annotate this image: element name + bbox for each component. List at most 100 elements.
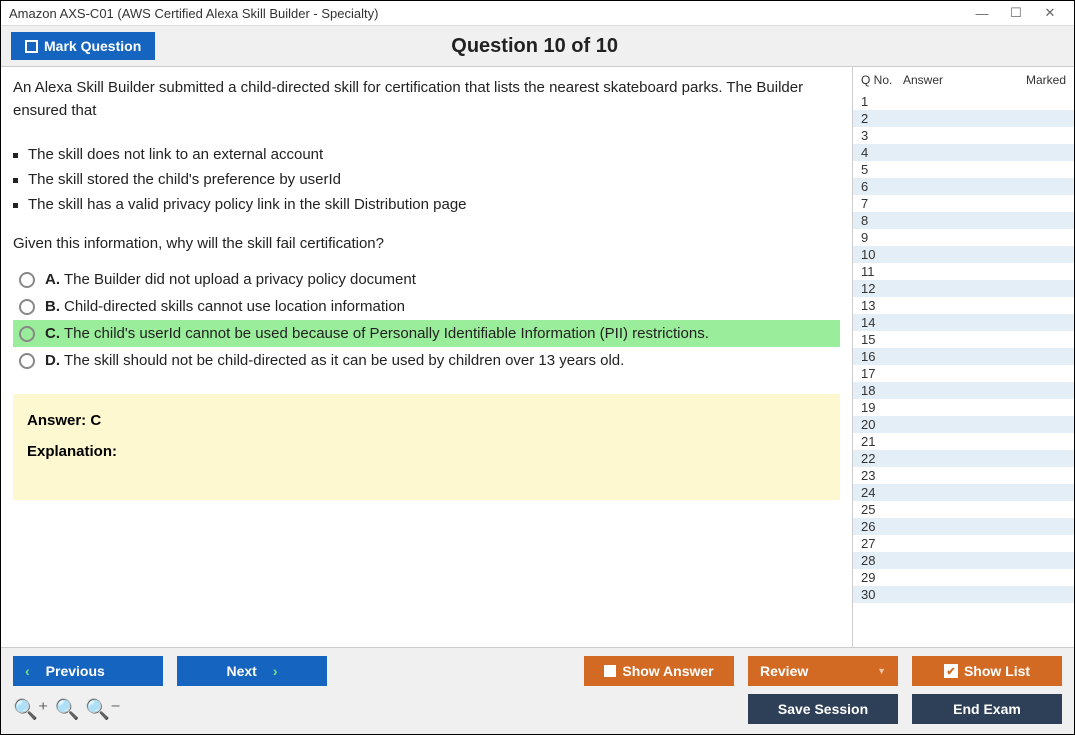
window-title: Amazon AXS-C01 (AWS Certified Alexa Skil…: [9, 6, 974, 21]
next-button[interactable]: Next ›: [177, 656, 327, 686]
list-row[interactable]: 24: [853, 484, 1074, 501]
radio-icon[interactable]: [19, 272, 35, 288]
list-row[interactable]: 9: [853, 229, 1074, 246]
list-qno: 30: [861, 587, 903, 602]
title-bar: Amazon AXS-C01 (AWS Certified Alexa Skil…: [1, 1, 1074, 26]
list-qno: 10: [861, 247, 903, 262]
list-row[interactable]: 16: [853, 348, 1074, 365]
list-row[interactable]: 11: [853, 263, 1074, 280]
bullet-item: The skill has a valid privacy policy lin…: [13, 196, 840, 213]
list-row[interactable]: 19: [853, 399, 1074, 416]
show-list-button[interactable]: ✔ Show List: [912, 656, 1062, 686]
list-row[interactable]: 3: [853, 127, 1074, 144]
list-row[interactable]: 14: [853, 314, 1074, 331]
bullet-dot-icon: [13, 203, 18, 208]
window-controls: — ☐ ✕: [974, 5, 1066, 21]
col-header-marked: Marked: [1016, 73, 1066, 87]
end-exam-button[interactable]: End Exam: [912, 694, 1062, 724]
list-row[interactable]: 6: [853, 178, 1074, 195]
list-row[interactable]: 13: [853, 297, 1074, 314]
list-row[interactable]: 23: [853, 467, 1074, 484]
bottom-bar: ‹ Previous Next › Show Answer Review ▼ ✔…: [1, 647, 1074, 734]
option-text: Child-directed skills cannot use locatio…: [64, 298, 405, 315]
next-label: Next: [226, 663, 256, 679]
option-row[interactable]: C. The child's userId cannot be used bec…: [13, 320, 840, 347]
show-answer-button[interactable]: Show Answer: [584, 656, 734, 686]
list-header: Q No. Answer Marked: [853, 67, 1074, 93]
list-row[interactable]: 30: [853, 586, 1074, 603]
list-qno: 23: [861, 468, 903, 483]
bullet-text: The skill has a valid privacy policy lin…: [28, 196, 467, 213]
question-stem: An Alexa Skill Builder submitted a child…: [13, 77, 840, 122]
chevron-left-icon: ‹: [25, 663, 30, 679]
list-qno: 3: [861, 128, 903, 143]
list-qno: 20: [861, 417, 903, 432]
list-qno: 5: [861, 162, 903, 177]
list-row[interactable]: 20: [853, 416, 1074, 433]
review-label: Review: [760, 663, 808, 679]
zoom-in-icon[interactable]: 🔍⁺: [13, 697, 48, 722]
radio-icon[interactable]: [19, 353, 35, 369]
list-qno: 22: [861, 451, 903, 466]
list-row[interactable]: 26: [853, 518, 1074, 535]
list-row[interactable]: 18: [853, 382, 1074, 399]
header-row: Mark Question Question 10 of 10: [1, 26, 1074, 67]
save-session-button[interactable]: Save Session: [748, 694, 898, 724]
list-row[interactable]: 21: [853, 433, 1074, 450]
minimize-icon[interactable]: —: [974, 5, 990, 21]
list-row[interactable]: 5: [853, 161, 1074, 178]
list-qno: 28: [861, 553, 903, 568]
zoom-reset-icon[interactable]: 🔍: [54, 697, 79, 722]
bullet-text: The skill does not link to an external a…: [28, 146, 323, 163]
list-row[interactable]: 10: [853, 246, 1074, 263]
radio-icon[interactable]: [19, 299, 35, 315]
close-icon[interactable]: ✕: [1042, 5, 1058, 21]
list-row[interactable]: 12: [853, 280, 1074, 297]
list-row[interactable]: 25: [853, 501, 1074, 518]
list-row[interactable]: 22: [853, 450, 1074, 467]
option-text: The Builder did not upload a privacy pol…: [64, 271, 416, 288]
list-row[interactable]: 2: [853, 110, 1074, 127]
list-row[interactable]: 4: [853, 144, 1074, 161]
list-qno: 19: [861, 400, 903, 415]
question-counter: Question 10 of 10: [5, 35, 1064, 58]
col-header-answer: Answer: [903, 73, 1016, 87]
list-row[interactable]: 8: [853, 212, 1074, 229]
col-header-qno: Q No.: [861, 73, 903, 87]
list-row[interactable]: 15: [853, 331, 1074, 348]
option-row[interactable]: B. Child-directed skills cannot use loca…: [13, 293, 840, 320]
square-icon: [604, 665, 616, 677]
bullet-item: The skill stored the child's preference …: [13, 171, 840, 188]
bullet-list: The skill does not link to an external a…: [13, 138, 840, 221]
list-row[interactable]: 1: [853, 93, 1074, 110]
list-qno: 18: [861, 383, 903, 398]
list-row[interactable]: 27: [853, 535, 1074, 552]
zoom-controls: 🔍⁺ 🔍 🔍⁻: [13, 697, 121, 722]
option-letter: C.: [45, 325, 60, 342]
bullet-text: The skill stored the child's preference …: [28, 171, 341, 188]
list-rows[interactable]: 1234567891011121314151617181920212223242…: [853, 93, 1074, 647]
bottom-row-1: ‹ Previous Next › Show Answer Review ▼ ✔…: [13, 656, 1062, 686]
bullet-dot-icon: [13, 178, 18, 183]
list-row[interactable]: 28: [853, 552, 1074, 569]
option-letter: A.: [45, 271, 60, 288]
list-row[interactable]: 17: [853, 365, 1074, 382]
list-row[interactable]: 7: [853, 195, 1074, 212]
previous-button[interactable]: ‹ Previous: [13, 656, 163, 686]
radio-icon[interactable]: [19, 326, 35, 342]
option-row[interactable]: D. The skill should not be child-directe…: [13, 347, 840, 374]
list-qno: 15: [861, 332, 903, 347]
answer-line: Answer: C: [27, 412, 826, 429]
check-icon: ✔: [944, 664, 958, 678]
bottom-row-2: 🔍⁺ 🔍 🔍⁻ Save Session End Exam: [13, 694, 1062, 724]
zoom-out-icon[interactable]: 🔍⁻: [85, 697, 120, 722]
list-qno: 7: [861, 196, 903, 211]
maximize-icon[interactable]: ☐: [1008, 5, 1024, 21]
option-row[interactable]: A. The Builder did not upload a privacy …: [13, 266, 840, 293]
list-qno: 11: [861, 264, 903, 279]
option-text: The child's userId cannot be used becaus…: [64, 325, 709, 342]
review-button[interactable]: Review ▼: [748, 656, 898, 686]
list-qno: 26: [861, 519, 903, 534]
list-row[interactable]: 29: [853, 569, 1074, 586]
question-followup: Given this information, why will the ski…: [13, 235, 840, 252]
